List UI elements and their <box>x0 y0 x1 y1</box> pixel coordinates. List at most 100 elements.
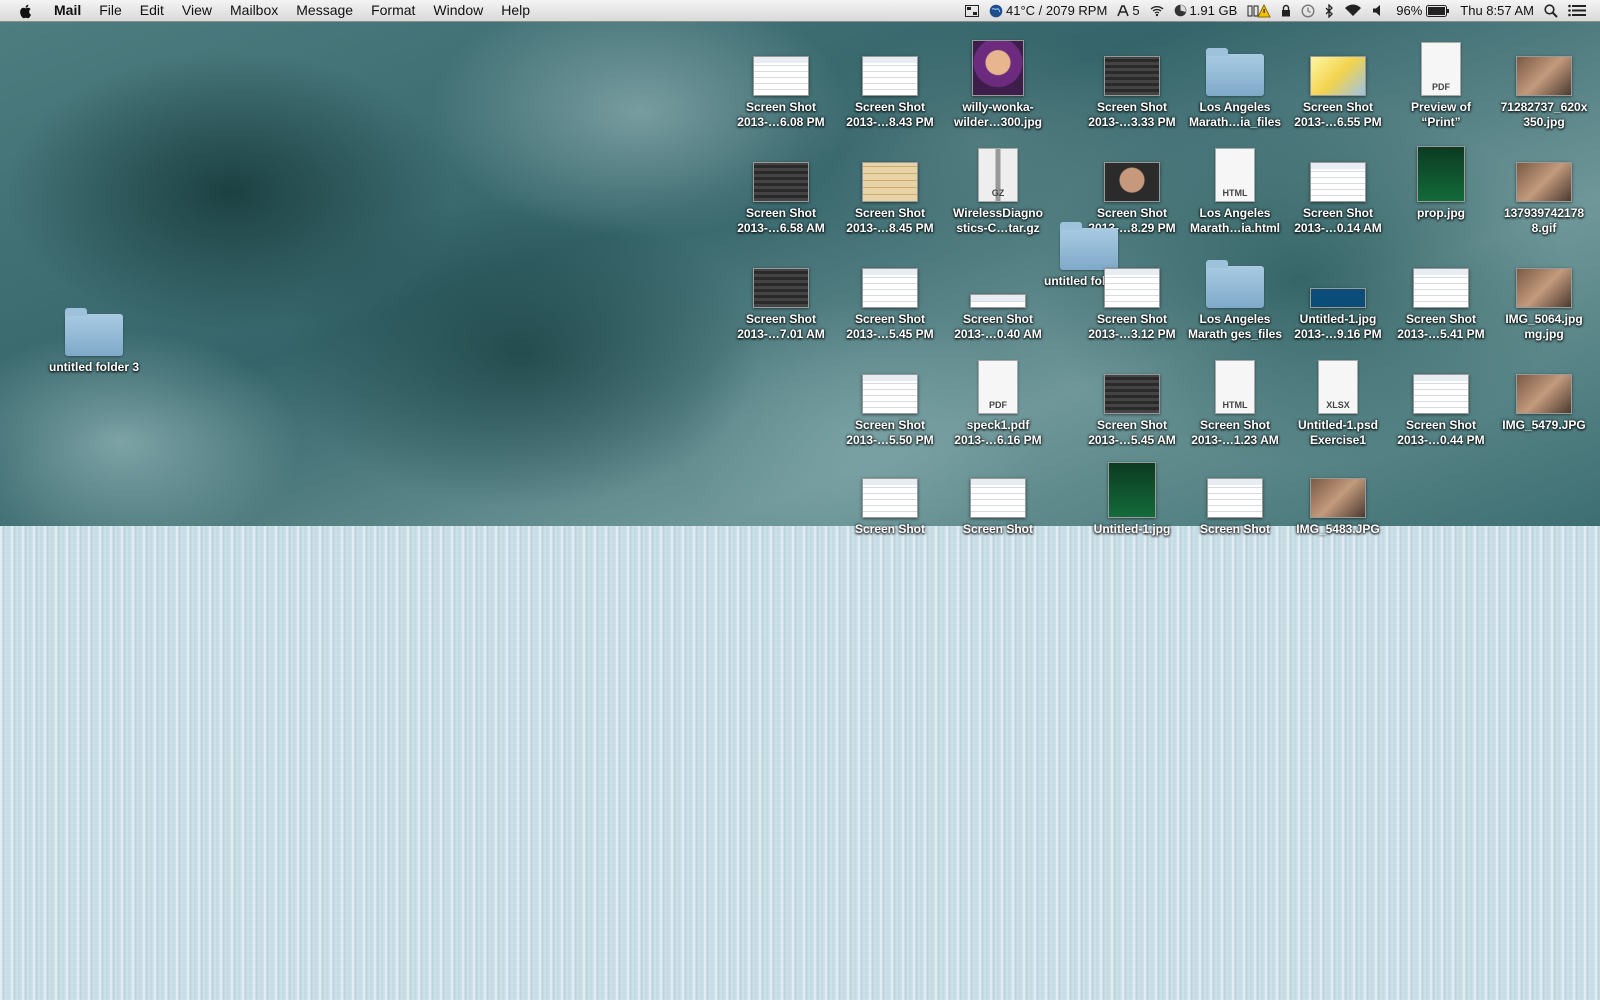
memory-text: 1.91 GB <box>1189 3 1238 18</box>
icon-label: 137939742178 8.gif <box>1490 206 1598 236</box>
wifi-activity[interactable] <box>1150 5 1164 17</box>
desktop-icon[interactable]: PDF Preview of “Print” <box>1387 30 1495 130</box>
desktop-icon[interactable]: Screen Shot <box>1181 452 1289 537</box>
icon-label: IMG_5064.jpg mg.jpg <box>1490 312 1598 342</box>
desktop-icon[interactable]: 137939742178 8.gif <box>1490 136 1598 236</box>
battery-icon <box>1426 4 1450 17</box>
icon-thumbnail <box>1181 452 1289 518</box>
desktop-icon[interactable]: Screen Shot <box>836 452 944 537</box>
desktop-icon[interactable]: Screen Shot 2013-…8.43 PM <box>836 30 944 130</box>
desktop-icon[interactable]: Los Angeles Marath ges_files <box>1181 242 1289 342</box>
menu-format[interactable]: Format <box>362 0 424 21</box>
spotlight-icon[interactable] <box>1544 3 1558 18</box>
icon-thumbnail <box>1284 452 1392 518</box>
desktop-icon[interactable]: Screen Shot 2013-…0.44 PM <box>1387 348 1495 448</box>
notification-center-icon[interactable] <box>1568 4 1586 17</box>
alert-icon[interactable] <box>1247 3 1272 18</box>
icon-thumbnail <box>836 452 944 518</box>
menu-mailbox[interactable]: Mailbox <box>221 0 287 21</box>
icon-thumbnail <box>944 30 1052 96</box>
icon-label: Screen Shot <box>836 522 944 537</box>
desktop-icon[interactable]: Los Angeles Marath…ia_files <box>1181 30 1289 130</box>
icon-thumbnail <box>1284 242 1392 308</box>
icon-label: Screen Shot <box>1181 522 1289 537</box>
desktop-icon[interactable]: Screen Shot 2013-…5.41 PM <box>1387 242 1495 342</box>
temperature-monitor[interactable]: 41°C / 2079 RPM <box>989 3 1107 18</box>
spaces-icon[interactable] <box>965 4 979 17</box>
icon-label-line1: untitled folder 3 <box>49 360 139 374</box>
icon-label: Screen Shot 2013-…0.14 AM <box>1284 206 1392 236</box>
icon-label: Screen Shot 2013-…6.08 PM <box>727 100 835 130</box>
icon-label-line1: prop.jpg <box>1417 206 1465 220</box>
icon-thumbnail: XLSX <box>1284 348 1392 414</box>
menu-file[interactable]: File <box>90 0 131 21</box>
menu-window[interactable]: Window <box>424 0 492 21</box>
pdf-file-icon: PDF <box>1421 42 1461 96</box>
icon-label-line2: 8.gif <box>1531 221 1557 235</box>
menu-message[interactable]: Message <box>287 0 362 21</box>
desktop-icon[interactable]: HTML Los Angeles Marath…ia.html <box>1181 136 1289 236</box>
desktop-icon[interactable]: Screen Shot 2013-…3.33 PM <box>1078 30 1186 130</box>
font-monitor[interactable]: 5 <box>1117 3 1140 18</box>
icon-thumbnail <box>1387 348 1495 414</box>
icon-label-line1: Screen Shot <box>1405 418 1477 432</box>
memory-monitor[interactable]: 1.91 GB <box>1174 3 1238 18</box>
desktop-icon[interactable]: Screen Shot 2013-…6.55 PM <box>1284 30 1392 130</box>
icon-thumbnail: PDF <box>944 348 1052 414</box>
apple-menu-icon[interactable] <box>18 3 34 19</box>
image-thumbnail-icon <box>1516 162 1572 202</box>
desktop-icon[interactable]: Screen Shot 2013-…6.08 PM <box>727 30 835 130</box>
screenshot-thumbnail-icon <box>753 268 809 308</box>
desktop-icon[interactable]: Screen Shot 2013-…5.50 PM <box>836 348 944 448</box>
desktop-icon[interactable]: 71282737_620x 350.jpg <box>1490 30 1598 130</box>
desktop-icon[interactable]: Screen Shot 2013-…6.58 AM <box>727 136 835 236</box>
icon-label-line2: 2013-…6.55 PM <box>1294 115 1382 129</box>
desktop-icon[interactable]: prop.jpg <box>1387 136 1495 221</box>
desktop-icon[interactable]: HTML Screen Shot 2013-…1.23 AM <box>1181 348 1289 448</box>
desktop-icon[interactable]: Screen Shot 2013-…5.45 AM <box>1078 348 1186 448</box>
desktop-icon[interactable]: PDF speck1.pdf 2013-…6.16 PM <box>944 348 1052 448</box>
menu-mail[interactable]: Mail <box>50 0 90 21</box>
time-machine-icon[interactable] <box>1301 3 1315 18</box>
wifi-icon[interactable] <box>1344 4 1362 17</box>
desktop-wallpaper-lower[interactable] <box>0 526 1600 1000</box>
desktop-icon[interactable]: Screen Shot <box>944 452 1052 537</box>
icon-label-line2: “Print” <box>1421 115 1461 129</box>
image-thumbnail-icon <box>1516 268 1572 308</box>
screenshot-thumbnail-icon <box>862 478 918 518</box>
desktop-icon[interactable]: IMG_5479.JPG <box>1490 348 1598 433</box>
screenshot-thumbnail-icon <box>970 294 1026 308</box>
desktop-icon[interactable]: Screen Shot 2013-…5.45 PM <box>836 242 944 342</box>
menu-edit[interactable]: Edit <box>131 0 173 21</box>
desktop-icon[interactable]: Screen Shot 2013-…0.14 AM <box>1284 136 1392 236</box>
xlsx-file-icon: XLSX <box>1318 360 1358 414</box>
icon-label-line1: Screen Shot <box>745 206 817 220</box>
clock[interactable]: Thu 8:57 AM <box>1460 3 1534 18</box>
volume-icon[interactable] <box>1372 4 1386 17</box>
menu-view[interactable]: View <box>173 0 221 21</box>
battery-status[interactable]: 96% <box>1396 3 1450 18</box>
desktop-icon[interactable]: IMG_5064.jpg mg.jpg <box>1490 242 1598 342</box>
bluetooth-icon[interactable] <box>1325 3 1334 18</box>
desktop-icon[interactable]: XLSX Untitled-1.psd Exercise1 <box>1284 348 1392 448</box>
wifi-antenna-icon <box>1150 5 1163 16</box>
desktop-icon[interactable]: Screen Shot 2013-…8.45 PM <box>836 136 944 236</box>
desktop-icon[interactable]: willy-wonka-wilder…300.jpg <box>944 30 1052 130</box>
desktop-icon[interactable]: Screen Shot 2013-…3.12 PM <box>1078 242 1186 342</box>
icon-label: Untitled-1.jpg <box>1078 522 1186 537</box>
menu-bar: Mail File Edit View Mailbox Message Form… <box>0 0 1600 22</box>
desktop-icon[interactable]: untitled folder 3 <box>40 290 148 375</box>
icon-label: Untitled-1.jpg 2013-…9.16 PM <box>1284 312 1392 342</box>
desktop-icon[interactable]: Untitled-1.jpg 2013-…9.16 PM <box>1284 242 1392 342</box>
desktop-icon[interactable]: IMG_5483.JPG <box>1284 452 1392 537</box>
icon-thumbnail <box>40 290 148 356</box>
icon-label: Untitled-1.psd Exercise1 <box>1284 418 1392 448</box>
battery-percent: 96% <box>1396 3 1423 18</box>
folder-icon <box>65 308 123 356</box>
lock-icon[interactable] <box>1281 4 1291 17</box>
desktop-icon[interactable]: Untitled-1.jpg <box>1078 452 1186 537</box>
desktop-icon[interactable]: Screen Shot 2013-…7.01 AM <box>727 242 835 342</box>
icon-thumbnail <box>727 30 835 96</box>
icon-label-line1: IMG_5479.JPG <box>1502 418 1586 432</box>
menu-help[interactable]: Help <box>492 0 539 21</box>
